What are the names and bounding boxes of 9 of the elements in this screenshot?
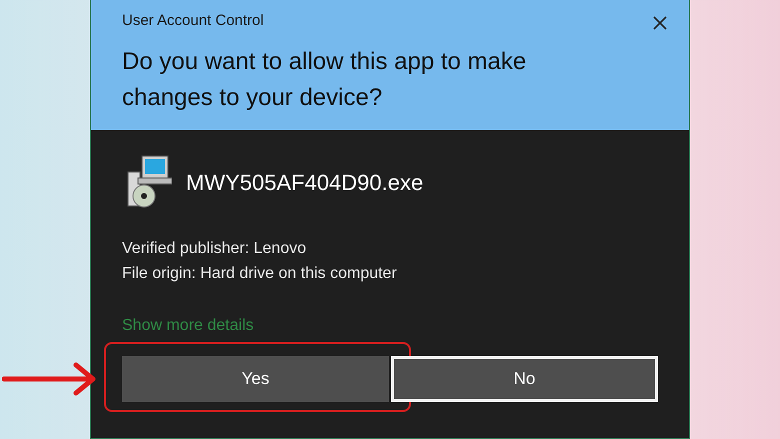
window-title: User Account Control bbox=[122, 11, 265, 31]
dialog-question: Do you want to allow this app to make changes to your device? bbox=[122, 47, 528, 113]
dialog-button[interactable]: Yes bbox=[122, 356, 389, 402]
detail-text: Verified publisher: Lenovo bbox=[122, 239, 308, 259]
dialog-button[interactable]: No bbox=[391, 356, 658, 402]
show-more-details-link[interactable]: Show more details bbox=[122, 314, 254, 338]
close-icon bbox=[652, 15, 668, 31]
app-name: MWY505AF404D90.exe bbox=[186, 168, 424, 196]
detail-text: File origin: Hard drive on this computer bbox=[122, 264, 398, 284]
